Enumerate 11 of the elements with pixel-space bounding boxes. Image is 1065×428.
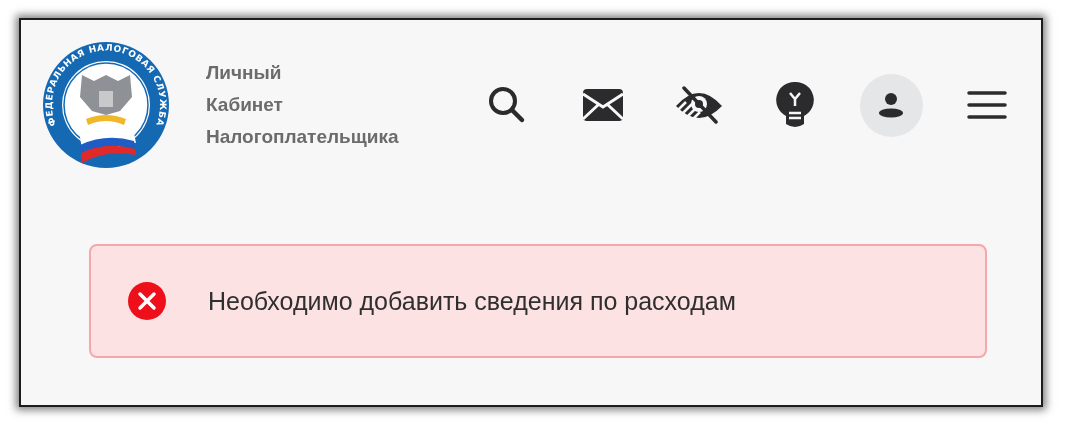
alert-message: Необходимо добавить сведения по расходам (208, 286, 736, 316)
cabinet-title: Личный (206, 61, 283, 85)
cabinet-title: Налогоплательщика (206, 125, 399, 149)
error-icon (127, 281, 167, 321)
menu-icon[interactable] (967, 90, 1007, 120)
hidden-eye-icon[interactable] (674, 86, 724, 124)
envelope-icon[interactable] (582, 88, 624, 122)
search-icon[interactable] (488, 86, 526, 124)
user-icon (878, 92, 904, 118)
lightbulb-icon[interactable] (776, 81, 814, 129)
cabinet-title: Кабинет (206, 93, 284, 117)
